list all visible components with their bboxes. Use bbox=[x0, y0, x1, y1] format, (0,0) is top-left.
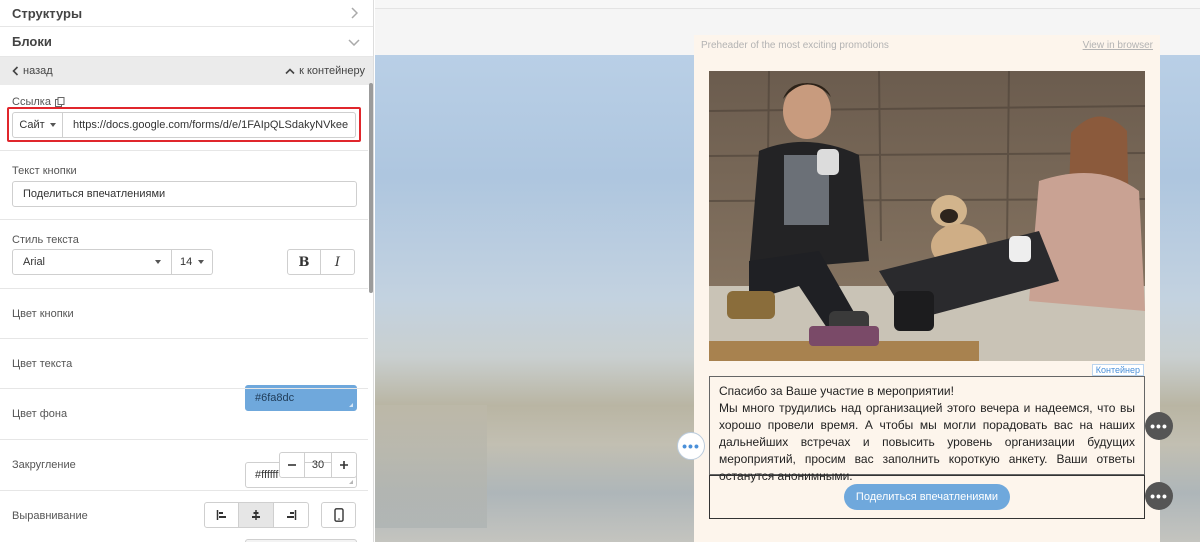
email-canvas: Preheader of the most exciting promotion… bbox=[375, 0, 1200, 542]
accordion-structures-label: Структуры bbox=[12, 5, 83, 21]
link-url-input[interactable]: https://docs.google.com/forms/d/e/1FAIpQ… bbox=[63, 112, 356, 138]
email-body: Preheader of the most exciting promotion… bbox=[694, 35, 1160, 542]
panel-scrollbar[interactable] bbox=[369, 83, 373, 293]
divider bbox=[0, 388, 368, 389]
text-block-title: Спасибо за Ваше участие в мероприятии! bbox=[719, 384, 954, 398]
button-text-label: Текст кнопки bbox=[12, 165, 77, 177]
align-left-icon[interactable] bbox=[204, 502, 239, 528]
caret-down-icon bbox=[49, 123, 56, 127]
chevron-down-icon bbox=[347, 35, 361, 49]
align-right-icon[interactable] bbox=[274, 502, 309, 528]
bold-label: B bbox=[298, 254, 310, 270]
container-tag[interactable]: Контейнер bbox=[1091, 364, 1144, 376]
copy-icon[interactable] bbox=[54, 97, 65, 107]
text-color-label: Цвет текста bbox=[12, 358, 73, 370]
caret-down-icon bbox=[198, 260, 204, 264]
accordion-blocks-label: Блоки bbox=[12, 34, 52, 49]
button-block[interactable]: Поделиться впечатлениями bbox=[709, 475, 1145, 519]
button-text-input[interactable]: Поделиться впечатлениями bbox=[12, 181, 357, 207]
divider bbox=[0, 439, 368, 440]
view-in-browser-link[interactable]: View in browser bbox=[1083, 40, 1153, 51]
divider bbox=[0, 219, 368, 220]
text-block-body: Мы много трудились над организацией этог… bbox=[719, 401, 1135, 483]
link-type-select[interactable]: Сайт bbox=[12, 112, 63, 138]
more-dots-icon[interactable]: ••• bbox=[677, 432, 705, 460]
text-style-label: Стиль текста bbox=[12, 234, 79, 246]
cta-button[interactable]: Поделиться впечатлениями bbox=[843, 484, 1011, 510]
resize-corner-icon bbox=[349, 480, 353, 484]
back-link[interactable]: назад bbox=[12, 65, 53, 77]
bold-button[interactable]: B bbox=[287, 249, 321, 275]
accordion-structures[interactable]: Структуры bbox=[0, 0, 373, 27]
preheader-text: Preheader of the most exciting promotion… bbox=[701, 40, 889, 51]
text-block[interactable]: Спасибо за Ваше участие в мероприятии! М… bbox=[709, 376, 1145, 483]
align-center-icon[interactable] bbox=[239, 502, 274, 528]
to-container-label: к контейнеру bbox=[299, 65, 365, 77]
button-color-value: #6fa8dc bbox=[255, 392, 295, 404]
divider bbox=[0, 338, 368, 339]
hero-photo[interactable] bbox=[709, 71, 1145, 361]
italic-label: I bbox=[334, 254, 341, 270]
caret-down-icon bbox=[155, 260, 161, 264]
to-container-link[interactable]: к контейнеру bbox=[285, 65, 365, 77]
panel-navbar: назад к контейнеру bbox=[0, 57, 373, 85]
link-url-value: https://docs.google.com/forms/d/e/1FAIpQ… bbox=[73, 119, 349, 131]
back-label: назад bbox=[23, 65, 53, 77]
font-size-value: 14 bbox=[180, 256, 193, 268]
alignment-group bbox=[204, 502, 309, 528]
font-family-value: Arial bbox=[23, 256, 46, 268]
divider bbox=[0, 150, 368, 151]
plus-icon[interactable] bbox=[331, 452, 357, 478]
accordion-blocks[interactable]: Блоки bbox=[0, 27, 373, 57]
canvas-top-bar bbox=[375, 0, 1200, 9]
more-dots-icon[interactable]: ••• bbox=[1145, 482, 1173, 510]
background-image-part bbox=[375, 405, 487, 528]
mobile-icon[interactable] bbox=[321, 502, 356, 528]
radius-label: Закругление bbox=[12, 459, 76, 471]
bg-color-label: Цвет фона bbox=[12, 408, 68, 420]
divider bbox=[0, 490, 368, 491]
divider bbox=[0, 288, 368, 289]
radius-value[interactable]: 30 bbox=[305, 452, 331, 478]
settings-panel: Структуры Блоки назад к контейнеру Ссылк… bbox=[0, 0, 374, 542]
more-dots-icon[interactable]: ••• bbox=[1145, 412, 1173, 440]
minus-icon[interactable] bbox=[279, 452, 305, 478]
chevron-up-icon bbox=[285, 67, 295, 74]
font-family-select[interactable]: Arial bbox=[12, 249, 172, 275]
button-text-value: Поделиться впечатлениями bbox=[23, 188, 166, 200]
button-color-label: Цвет кнопки bbox=[12, 308, 74, 320]
resize-corner-icon bbox=[349, 403, 353, 407]
chevron-left-icon bbox=[12, 66, 19, 76]
font-size-select[interactable]: 14 bbox=[172, 249, 213, 275]
text-color-value: #ffffff bbox=[255, 469, 279, 481]
link-type-value: Сайт bbox=[19, 119, 45, 131]
radius-stepper[interactable]: 30 bbox=[279, 452, 357, 478]
alignment-label: Выравнивание bbox=[12, 510, 88, 522]
chevron-right-icon bbox=[347, 6, 361, 20]
italic-button[interactable]: I bbox=[321, 249, 355, 275]
